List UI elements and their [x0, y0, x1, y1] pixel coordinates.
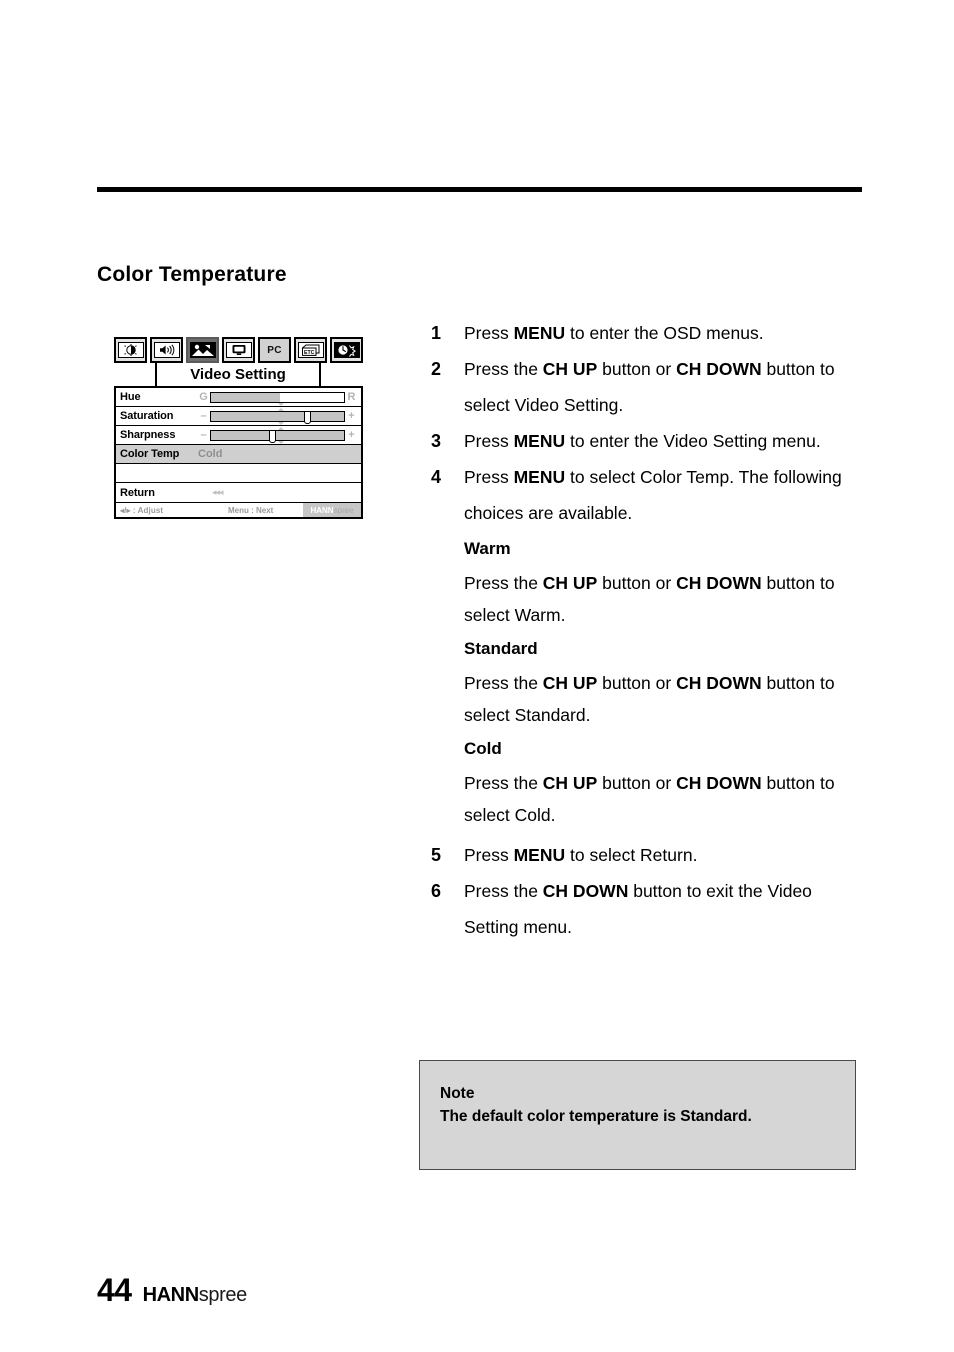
step-1-text: Press MENU to enter the OSD menus.: [464, 323, 764, 343]
svg-text:ETC: ETC: [304, 349, 315, 355]
sharpness-slider-fill: [211, 430, 344, 440]
step-5-number: 5: [431, 845, 442, 865]
screen-display-icon: [222, 337, 255, 363]
hue-right-mark: R: [347, 391, 356, 403]
brightness-contrast-glyph: [117, 342, 144, 358]
sharpness-slider: [210, 426, 345, 444]
sharpness-right-mark: +: [348, 429, 355, 441]
osd-footer-brand: HANN spree: [303, 503, 361, 517]
hue-slider: [210, 391, 345, 406]
note-title: Note: [440, 1085, 475, 1102]
step-2-number: 2: [431, 359, 442, 379]
osd-icon-bar: PC ETC: [114, 337, 363, 363]
page-footer: 44 HANNspree: [97, 1272, 247, 1309]
etc-settings-icon: ETC: [294, 337, 327, 363]
timer-sleep-icon: [330, 337, 363, 363]
osd-row-blank: [116, 464, 361, 483]
saturation-right-mark: +: [348, 410, 355, 422]
timer-sleep-glyph: [333, 342, 360, 358]
step-1: 1 Press MENU to enter the OSD menus.: [431, 315, 861, 351]
etc-settings-glyph: ETC: [297, 342, 324, 358]
header-rule: [97, 187, 862, 192]
osd-label-sharpness: Sharpness: [120, 429, 176, 441]
note-box: Note The default color temperature is St…: [419, 1060, 856, 1170]
osd-footer-brand-light: spree: [333, 505, 354, 515]
osd-row-saturation: Saturation – +: [116, 407, 361, 426]
step-3-number: 3: [431, 431, 442, 451]
page-title: Color Temperature: [97, 263, 287, 287]
sharpness-tick-up: [277, 426, 284, 430]
osd-label-saturation: Saturation: [120, 410, 174, 422]
osd-label-return: Return: [120, 486, 155, 499]
sharpness-left-mark: –: [200, 429, 207, 441]
saturation-tick-up: [277, 407, 284, 411]
osd-row-sharpness: Sharpness – +: [116, 426, 361, 445]
choice-warm-title: Warm: [464, 539, 511, 558]
step-5: 5 Press MENU to select Return.: [431, 837, 861, 873]
choice-warm-text: Press the CH UP button or CH DOWN button…: [464, 573, 835, 625]
osd-row-return: Return ◂◂◂: [116, 483, 361, 502]
osd-footer-next: Menu : Next: [228, 505, 274, 515]
step-4-number: 4: [431, 467, 442, 487]
osd-row-hue: Hue G R: [116, 388, 361, 407]
page-number: 44: [97, 1272, 132, 1308]
hue-tick-down: [277, 402, 284, 406]
osd-footer-brand-bold: HANN: [310, 505, 334, 515]
choice-standard: Standard Press the CH UP button or CH DO…: [464, 631, 861, 731]
saturation-slider: [210, 407, 345, 425]
hue-slider-fill: [211, 392, 281, 402]
choice-cold-title: Cold: [464, 739, 502, 758]
saturation-tick-down: [277, 421, 284, 425]
osd-title-tab-wrap: Video Setting: [114, 363, 363, 386]
saturation-left-mark: –: [200, 410, 207, 422]
osd-title: Video Setting: [155, 363, 321, 386]
return-arrows-icon: ◂◂◂: [212, 487, 224, 497]
step-6-text: Press the CH DOWN button to exit the Vid…: [464, 881, 812, 937]
video-picture-glyph: [189, 342, 216, 358]
saturation-slider-fill: [211, 411, 344, 421]
choice-standard-text: Press the CH UP button or CH DOWN button…: [464, 673, 835, 725]
osd-body: Hue G R Saturation – + Sharpness – + Col…: [114, 386, 363, 519]
osd-footer: ◂/▸ : Adjust Menu : Next HANN spree: [116, 502, 361, 517]
osd-row-color-temp: Color Temp Cold: [116, 445, 361, 464]
audio-speaker-glyph: [153, 342, 180, 358]
step-4-text: Press MENU to select Color Temp. The fol…: [464, 467, 842, 523]
brand-logo-bold: HANN: [142, 1284, 200, 1306]
step-3: 3 Press MENU to enter the Video Setting …: [431, 423, 861, 459]
step-2-text: Press the CH UP button or CH DOWN button…: [464, 359, 835, 415]
step-2: 2 Press the CH UP button or CH DOWN butt…: [431, 351, 861, 423]
instruction-list: 1 Press MENU to enter the OSD menus. 2 P…: [431, 315, 861, 945]
osd-label-hue: Hue: [120, 391, 141, 403]
step-4: 4 Press MENU to select Color Temp. The f…: [431, 459, 861, 531]
step-1-number: 1: [431, 323, 442, 343]
pc-mode-icon: PC: [258, 337, 291, 363]
video-picture-icon: [186, 337, 219, 363]
osd-footer-adjust: ◂/▸ : Adjust: [120, 505, 164, 515]
choice-cold-text: Press the CH UP button or CH DOWN button…: [464, 773, 835, 825]
sharpness-slider-thumb: [269, 429, 277, 443]
step-5-text: Press MENU to select Return.: [464, 845, 698, 865]
audio-speaker-icon: [150, 337, 183, 363]
saturation-slider-thumb: [303, 410, 311, 424]
choice-cold: Cold Press the CH UP button or CH DOWN b…: [464, 731, 861, 831]
step-6: 6 Press the CH DOWN button to exit the V…: [431, 873, 861, 945]
note-text: The default color temperature is Standar…: [440, 1108, 752, 1125]
step-6-number: 6: [431, 881, 442, 901]
step-3-text: Press MENU to enter the Video Setting me…: [464, 431, 821, 451]
brand-logo-light: spree: [198, 1284, 247, 1306]
osd-label-color-temp: Color Temp: [120, 448, 180, 460]
choice-standard-title: Standard: [464, 639, 538, 658]
osd-illustration: PC ETC Video Setting Hue G R Saturation …: [114, 337, 363, 519]
choice-warm: Warm Press the CH UP button or CH DOWN b…: [464, 531, 861, 631]
brand-logo: HANNspree: [142, 1284, 248, 1307]
brightness-contrast-icon: [114, 337, 147, 363]
osd-value-color-temp: Cold: [198, 448, 223, 460]
sharpness-tick-down: [277, 440, 284, 444]
hue-left-mark: G: [199, 391, 208, 403]
screen-display-glyph: [225, 342, 252, 358]
pc-mode-label: PC: [267, 344, 282, 356]
